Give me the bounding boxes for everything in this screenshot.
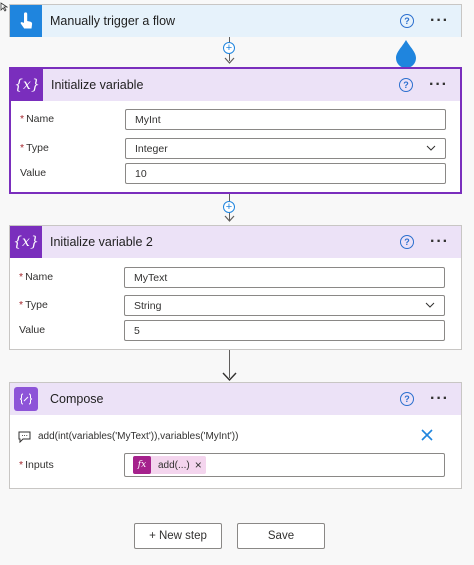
help-icon[interactable]: ? bbox=[400, 235, 415, 249]
name-field[interactable]: MyText bbox=[124, 267, 445, 288]
required-mark: * bbox=[20, 113, 25, 125]
more-options-icon[interactable]: ··· bbox=[430, 234, 449, 250]
value-label: Value bbox=[20, 167, 47, 179]
help-icon[interactable]: ? bbox=[399, 78, 414, 92]
add-action-plus-icon[interactable]: + bbox=[223, 42, 235, 54]
compose-header[interactable]: Compose ? ··· bbox=[10, 383, 461, 415]
value-field[interactable]: 10 bbox=[125, 163, 446, 184]
initialize-variable-card[interactable]: {x} Initialize variable ? ··· * Name MyIn… bbox=[9, 67, 462, 194]
type-label-text: Type bbox=[26, 142, 49, 154]
save-button[interactable]: Save bbox=[237, 523, 325, 549]
touch-icon bbox=[10, 5, 42, 37]
compose-icon bbox=[14, 387, 38, 411]
name-value: MyText bbox=[134, 271, 168, 284]
remove-token-icon[interactable]: × bbox=[195, 458, 202, 472]
required-mark: * bbox=[19, 271, 24, 283]
add-action-plus-icon[interactable]: + bbox=[223, 201, 235, 213]
name-field[interactable]: MyInt bbox=[125, 109, 446, 130]
type-label-text: Type bbox=[25, 299, 48, 311]
required-mark: * bbox=[19, 459, 24, 471]
variable-icon: {x} bbox=[10, 226, 42, 258]
expression-token[interactable]: fx add(...) × bbox=[133, 456, 206, 474]
trigger-header[interactable]: Manually trigger a flow ? ··· bbox=[10, 5, 461, 37]
close-icon[interactable] bbox=[420, 428, 434, 442]
type-value: String bbox=[134, 299, 162, 312]
variable-icon: {x} bbox=[11, 69, 43, 101]
more-options-icon[interactable]: ··· bbox=[430, 13, 449, 29]
required-mark: * bbox=[19, 299, 24, 311]
trigger-card[interactable]: Manually trigger a flow ? ··· bbox=[9, 4, 462, 37]
fx-icon: fx bbox=[133, 456, 151, 474]
compose-card[interactable]: Compose ? ··· add(int(variables('MyText'… bbox=[9, 382, 462, 489]
more-options-icon[interactable]: ··· bbox=[430, 391, 449, 407]
name-label-text: Name bbox=[25, 271, 54, 283]
name-label-text: Name bbox=[26, 113, 55, 125]
inputs-field[interactable]: fx add(...) × bbox=[124, 453, 445, 477]
help-icon[interactable]: ? bbox=[400, 392, 415, 406]
value-value: 5 bbox=[134, 324, 140, 337]
drop-marker-icon bbox=[396, 40, 416, 68]
compose-icon-wrap bbox=[10, 383, 42, 415]
variable-icon-text: {x} bbox=[13, 234, 39, 250]
token-label: add(...) bbox=[158, 459, 190, 471]
initialize-variable-2-card[interactable]: {x} Initialize variable 2 ? ··· * Name My… bbox=[9, 225, 462, 350]
value-label: Value bbox=[19, 324, 46, 336]
inputs-label: * Inputs bbox=[19, 459, 54, 471]
card-title: Compose bbox=[50, 392, 104, 406]
arrow-down-icon bbox=[224, 57, 235, 64]
new-step-button[interactable]: + New step bbox=[134, 523, 222, 549]
initialize-variable-2-header[interactable]: {x} Initialize variable 2 ? ··· bbox=[10, 226, 461, 258]
chevron-down-icon bbox=[425, 302, 435, 308]
name-value: MyInt bbox=[135, 113, 161, 126]
required-mark: * bbox=[20, 142, 25, 154]
trigger-title: Manually trigger a flow bbox=[50, 14, 176, 28]
comment-icon bbox=[18, 431, 31, 443]
chevron-down-icon bbox=[426, 145, 436, 151]
type-dropdown[interactable]: String bbox=[124, 295, 445, 316]
more-options-icon[interactable]: ··· bbox=[429, 77, 448, 93]
card-title: Initialize variable bbox=[51, 78, 144, 92]
value-value: 10 bbox=[135, 167, 147, 180]
inputs-label-text: Inputs bbox=[25, 459, 54, 471]
expression-text: add(int(variables('MyText')),variables('… bbox=[38, 431, 239, 442]
type-value: Integer bbox=[135, 142, 168, 155]
value-field[interactable]: 5 bbox=[124, 320, 445, 341]
arrow-down-icon bbox=[224, 215, 235, 222]
fx-icon-text: fx bbox=[137, 460, 147, 470]
type-label: * Type bbox=[20, 142, 49, 154]
variable-icon-text: {x} bbox=[14, 77, 40, 93]
name-label: * Name bbox=[19, 271, 53, 283]
help-icon[interactable]: ? bbox=[400, 14, 415, 28]
cursor-icon bbox=[0, 2, 8, 12]
arrow-down-icon bbox=[222, 372, 237, 382]
initialize-variable-header[interactable]: {x} Initialize variable ? ··· bbox=[11, 69, 460, 101]
name-label: * Name bbox=[20, 113, 54, 125]
type-label: * Type bbox=[19, 299, 48, 311]
card-title: Initialize variable 2 bbox=[50, 235, 153, 249]
type-dropdown[interactable]: Integer bbox=[125, 138, 446, 159]
